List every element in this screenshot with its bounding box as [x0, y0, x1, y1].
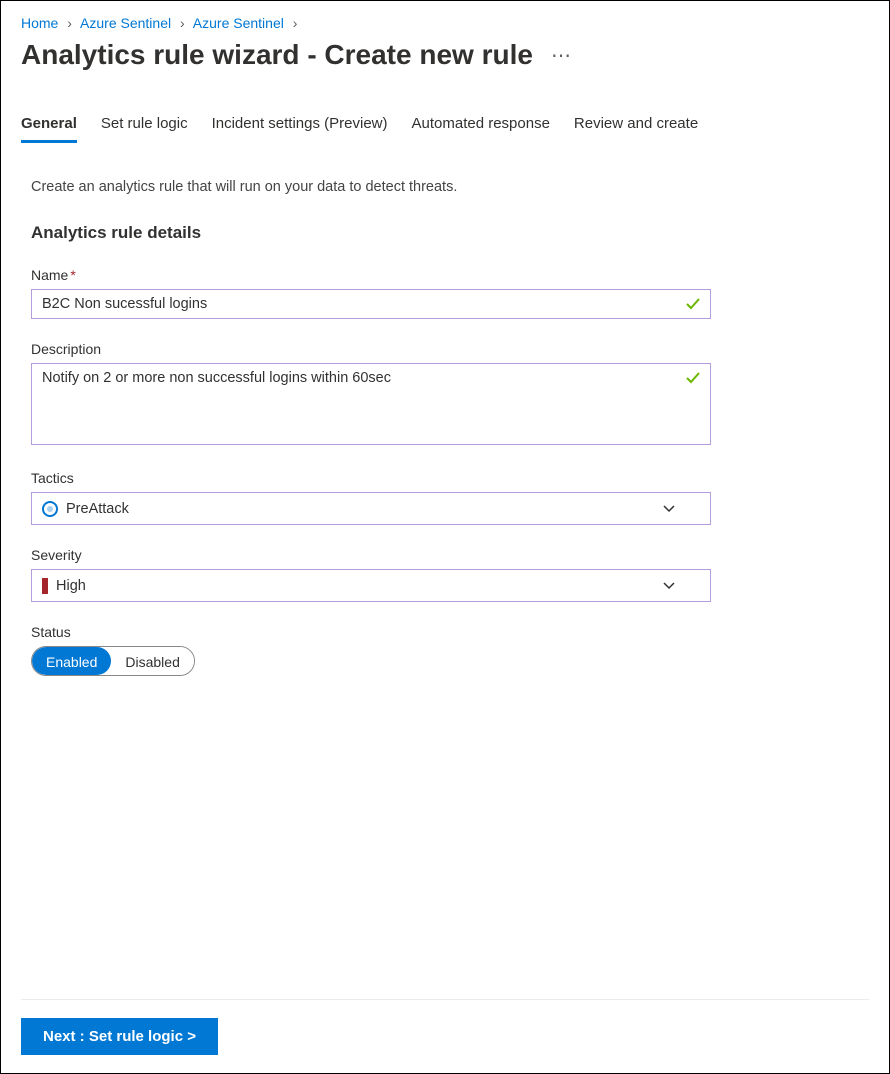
breadcrumb-link-sentinel-2[interactable]: Azure Sentinel: [193, 15, 284, 31]
tab-review-create[interactable]: Review and create: [574, 111, 698, 143]
form-content: Create an analytics rule that will run o…: [21, 143, 869, 698]
status-label: Status: [31, 624, 711, 640]
tactics-label: Tactics: [31, 470, 711, 486]
description-input[interactable]: [31, 363, 711, 445]
status-enabled[interactable]: Enabled: [32, 647, 111, 675]
check-icon: [685, 296, 701, 312]
status-disabled[interactable]: Disabled: [111, 647, 193, 675]
field-tactics: Tactics PreAttack: [31, 470, 711, 525]
page-title-text: Analytics rule wizard - Create new rule: [21, 39, 533, 71]
tactics-select[interactable]: PreAttack: [31, 492, 711, 525]
breadcrumb-link-home[interactable]: Home: [21, 15, 58, 31]
more-icon[interactable]: ⋯: [551, 43, 572, 68]
breadcrumb-link-sentinel-1[interactable]: Azure Sentinel: [80, 15, 171, 31]
field-severity: Severity High: [31, 547, 711, 602]
field-status: Status Enabled Disabled: [31, 624, 711, 676]
intro-text: Create an analytics rule that will run o…: [31, 179, 869, 195]
status-toggle[interactable]: Enabled Disabled: [31, 646, 195, 676]
required-icon: *: [70, 267, 75, 283]
name-input[interactable]: [31, 289, 711, 319]
tab-automated-response[interactable]: Automated response: [412, 111, 550, 143]
chevron-down-icon: [662, 502, 676, 516]
tab-general[interactable]: General: [21, 111, 77, 143]
section-title: Analytics rule details: [31, 223, 869, 243]
breadcrumb: Home › Azure Sentinel › Azure Sentinel ›: [21, 15, 869, 31]
chevron-right-icon: ›: [293, 15, 298, 31]
page-title: Analytics rule wizard - Create new rule …: [21, 39, 869, 71]
check-icon: [685, 370, 701, 386]
severity-label: Severity: [31, 547, 711, 563]
tab-set-rule-logic[interactable]: Set rule logic: [101, 111, 188, 143]
severity-value: High: [56, 578, 86, 594]
name-label: Name*: [31, 267, 711, 283]
chevron-down-icon: [662, 579, 676, 593]
tactic-icon: [42, 501, 58, 517]
tactics-value: PreAttack: [66, 501, 129, 517]
field-description: Description: [31, 341, 711, 448]
severity-color-icon: [42, 578, 48, 594]
chevron-right-icon: ›: [180, 15, 185, 31]
next-button[interactable]: Next : Set rule logic >: [21, 1018, 218, 1055]
severity-select[interactable]: High: [31, 569, 711, 602]
chevron-right-icon: ›: [67, 15, 72, 31]
description-label: Description: [31, 341, 711, 357]
tab-incident-settings[interactable]: Incident settings (Preview): [212, 111, 388, 143]
field-name: Name*: [31, 267, 711, 319]
wizard-footer: Next : Set rule logic >: [21, 999, 869, 1055]
tab-bar: General Set rule logic Incident settings…: [21, 111, 869, 143]
